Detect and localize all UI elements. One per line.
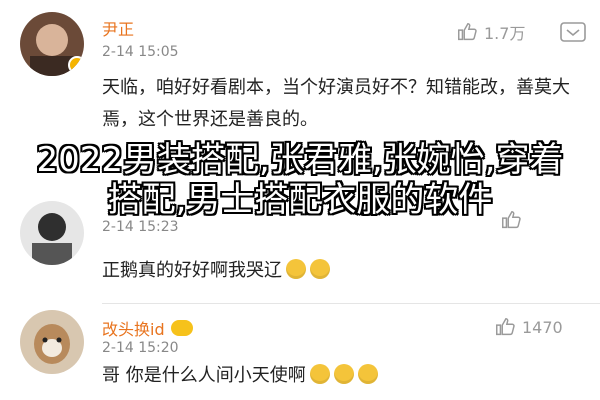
member-badge-icon: [170, 320, 193, 336]
comment-item: 改头换id 2-14 15:20 1470 哥 你是什么人间小天使啊: [0, 300, 600, 400]
comment-text: 正鹅真的好好啊我哭辽: [102, 255, 570, 287]
crying-emoji-icon: [309, 364, 330, 384]
thumbs-up-icon: [458, 23, 477, 41]
comment-text: 哥 你是什么人间小天使啊: [102, 360, 570, 392]
overlay-title: 2022男装搭配,张君雅,张婉怡,穿着搭配,男士搭配衣服的软件: [36, 140, 564, 220]
comment-item: 尹正 2-14 15:05 1.7万 天临，咱好好看剧本，当个好演员好不？知错能…: [0, 0, 600, 140]
crying-emoji-icon: [310, 259, 330, 279]
more-options-icon[interactable]: [560, 22, 586, 42]
like-count: 1470: [522, 317, 563, 337]
like-button[interactable]: 1470: [494, 316, 563, 338]
timestamp: 2-14 15:23: [102, 219, 179, 235]
like-count: 1.7万: [484, 24, 526, 43]
thumbs-up-icon: [496, 318, 515, 336]
timestamp: 2-14 15:20: [102, 340, 179, 356]
crying-emoji-icon: [286, 259, 306, 279]
timestamp: 2-14 15:05: [102, 44, 179, 60]
avatar[interactable]: [20, 12, 84, 76]
avatar-image: [20, 310, 84, 374]
crying-emoji-icon: [333, 364, 354, 384]
username[interactable]: 改头换id: [102, 316, 193, 340]
like-button[interactable]: 1.7万: [456, 20, 525, 44]
comment-text: 天临，咱好好看剧本，当个好演员好不？知错能改，善莫大焉，这个世界还是善良的。: [102, 77, 570, 130]
avatar[interactable]: [20, 310, 84, 374]
username[interactable]: 尹正: [102, 16, 134, 40]
verified-badge-icon: [68, 56, 84, 74]
crying-emoji-icon: [357, 364, 378, 384]
